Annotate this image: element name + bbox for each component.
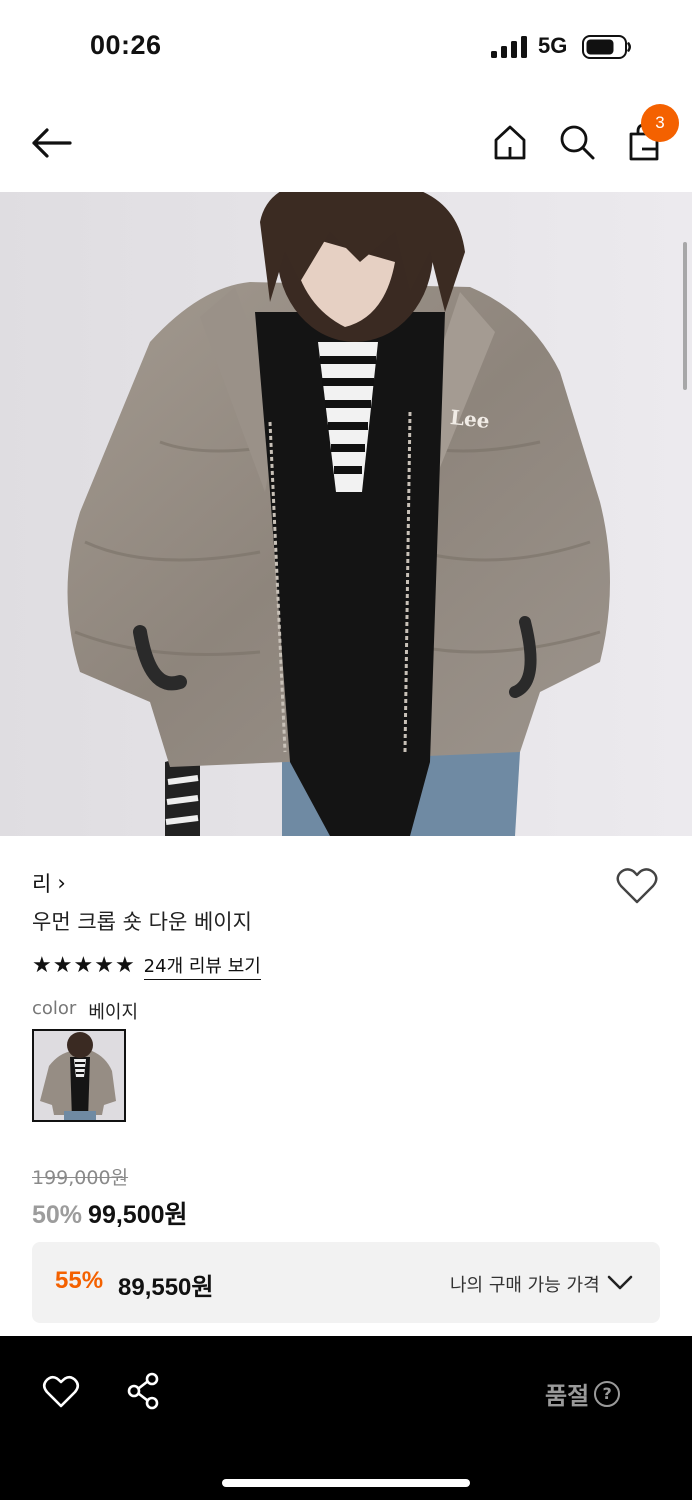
sale-price: 99,500원 — [88, 1201, 188, 1229]
battery-icon — [582, 35, 631, 59]
heart-icon[interactable] — [42, 1374, 80, 1410]
signal-icon — [491, 36, 527, 58]
share-icon[interactable] — [126, 1372, 162, 1410]
network-label: 5G — [538, 33, 568, 58]
product-photo-illustration: Lee — [0, 192, 692, 836]
home-indicator — [222, 1479, 470, 1487]
home-icon[interactable] — [490, 122, 530, 162]
rating-stars: ★ ★ ★ ★ ★ — [32, 955, 135, 977]
star-icon: ★ — [52, 953, 73, 978]
svg-text:Lee: Lee — [449, 405, 491, 433]
search-icon[interactable] — [557, 122, 597, 162]
product-image[interactable]: Lee — [0, 192, 692, 836]
color-swatch-thumbnail[interactable] — [32, 1029, 126, 1122]
back-arrow-icon[interactable] — [28, 122, 74, 164]
status-bar: 00:26 5G — [0, 0, 692, 96]
wishlist-heart-icon[interactable] — [615, 866, 659, 906]
bottom-action-bar: 품절 ? — [0, 1336, 692, 1500]
image-scroll-indicator — [683, 242, 687, 390]
star-icon: ★ — [32, 953, 52, 978]
original-price: 199,000원 — [32, 1167, 129, 1189]
color-label: color — [32, 998, 77, 1019]
price-row: 50% 99,500원 — [32, 1195, 188, 1231]
soldout-label: 품절 — [545, 1382, 590, 1410]
member-price-label: 나의 구매 가능 가격 — [450, 1275, 600, 1296]
brand-name: 리 — [32, 872, 52, 896]
member-discount-rate: 55% — [55, 1267, 104, 1294]
chevron-down-icon — [607, 1275, 633, 1290]
star-icon: ★ — [73, 953, 94, 978]
swatch-photo — [34, 1031, 124, 1120]
member-price: 89,550원 — [118, 1274, 214, 1301]
color-value: 베이지 — [88, 1002, 139, 1023]
discount-rate: 50% — [32, 1201, 83, 1229]
brand-link[interactable]: 리 › — [32, 868, 66, 898]
color-row: color 베이지 — [32, 998, 138, 1024]
chevron-right-icon: › — [57, 871, 66, 895]
star-icon: ★ — [114, 953, 135, 978]
rating-row: ★ ★ ★ ★ ★ 24개 리뷰 보기 — [32, 952, 261, 980]
status-time: 00:26 — [90, 30, 162, 60]
review-link[interactable]: 24개 리뷰 보기 — [143, 952, 261, 980]
member-price-dropdown[interactable]: 55% 89,550원 나의 구매 가능 가격 — [32, 1242, 660, 1323]
cart-count-badge: 3 — [641, 104, 679, 142]
star-icon: ★ — [94, 953, 114, 978]
help-icon[interactable]: ? — [594, 1380, 621, 1407]
product-title: 우먼 크롭 숏 다운 베이지 — [32, 910, 252, 934]
nav-bar — [0, 96, 692, 192]
soldout-button[interactable]: 품절 ? — [545, 1376, 621, 1411]
